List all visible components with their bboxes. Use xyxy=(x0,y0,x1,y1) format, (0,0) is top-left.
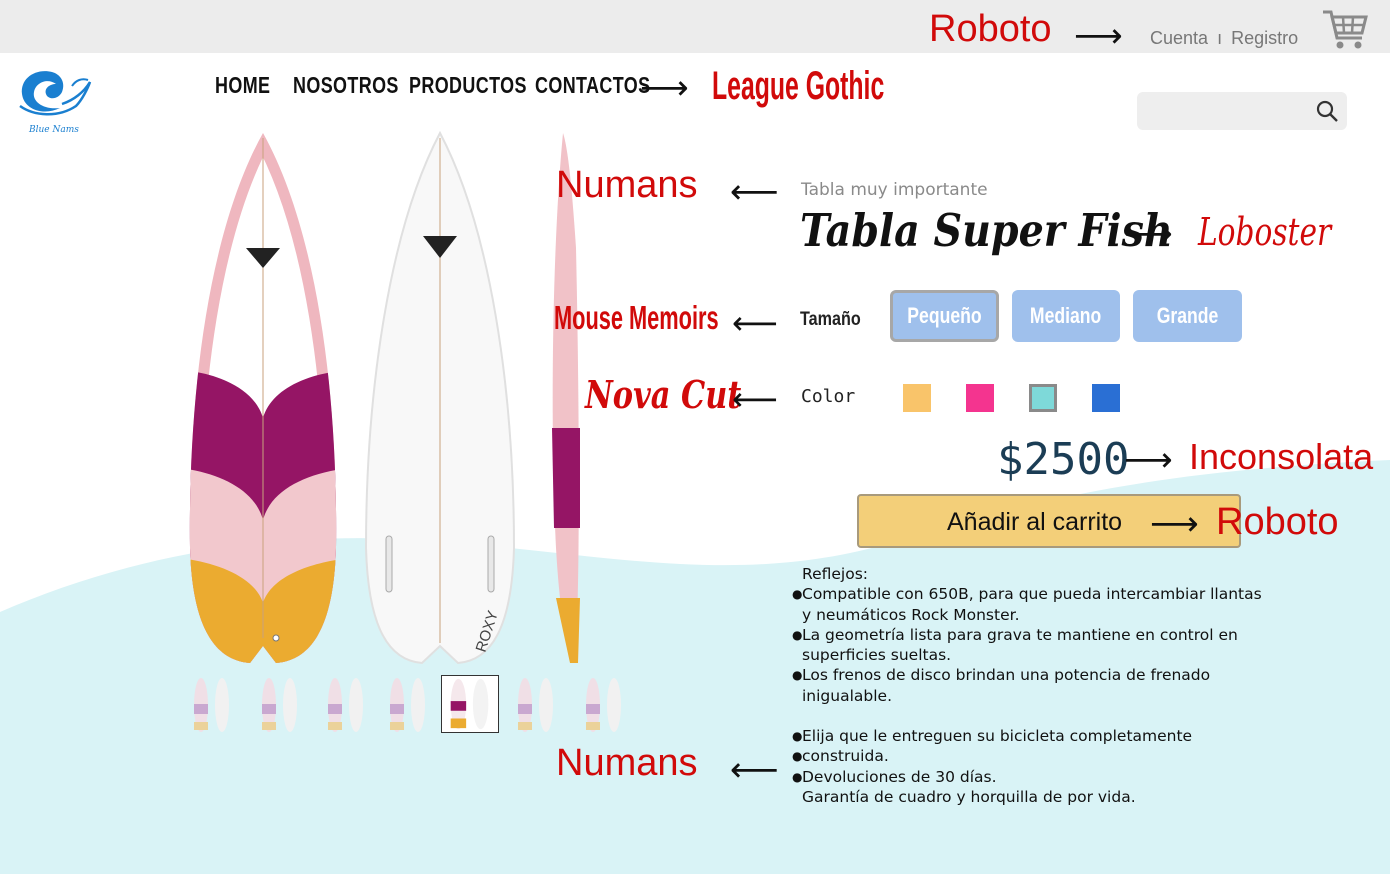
account-links: Cuenta ı Registro xyxy=(1150,28,1298,49)
size-button-mediano[interactable]: Mediano xyxy=(1012,290,1120,342)
color-swatch-orange[interactable] xyxy=(903,384,931,412)
annotation-nova-cut: Nova Cut xyxy=(585,372,742,417)
annotation-roboto-button: Roboto xyxy=(1216,501,1339,543)
search-icon[interactable] xyxy=(1315,99,1339,123)
size-label: Tamaño xyxy=(800,309,861,330)
annotation-mouse-memoirs: Mouse Memoirs xyxy=(554,299,719,336)
annotation-league-gothic: League Gothic xyxy=(712,64,885,108)
annotation-arrow-left: ⟵ xyxy=(730,750,779,790)
description-line: ● Compatible con 650B, para que pueda int… xyxy=(792,585,1262,604)
thumbnail[interactable] xyxy=(578,676,632,734)
annotation-numans-top: Numans xyxy=(556,164,698,206)
annotation-arrow-left: ⟵ xyxy=(732,380,778,418)
annotation-arrow-right: ⟶ xyxy=(1150,504,1199,544)
description-line: ● Los frenos de disco brindan una potenci… xyxy=(792,666,1211,685)
annotation-arrow-right: ⟶ xyxy=(1124,214,1173,254)
account-separator: ı xyxy=(1217,28,1223,48)
add-to-cart-label: Añadir al carrito xyxy=(947,508,1123,536)
product-subtitle: Tabla muy importante xyxy=(801,180,988,200)
size-button-grande[interactable]: Grande xyxy=(1133,290,1242,342)
description-line: inigualable. xyxy=(802,686,893,705)
thumbnail[interactable] xyxy=(320,676,374,734)
annotation-arrow-right: ⟶ xyxy=(1124,440,1173,480)
size-button-pequeno[interactable]: Pequeño xyxy=(890,290,999,342)
annotation-inconsolata: Inconsolata xyxy=(1189,436,1374,477)
nav-contactos[interactable]: CONTACTOS xyxy=(535,72,650,99)
description-heading: Reflejos: xyxy=(802,565,868,583)
bullet-icon: ● xyxy=(792,769,803,784)
annotation-arrow-left: ⟵ xyxy=(730,172,779,212)
color-swatch-teal[interactable] xyxy=(1029,384,1057,412)
nav-productos[interactable]: PRODUCTOS xyxy=(409,72,527,99)
search-bar[interactable] xyxy=(1137,92,1347,130)
product-description: Reflejos: ● Compatible con 650B, para que… xyxy=(792,564,1262,807)
description-line: superficies sueltas. xyxy=(802,646,952,665)
bullet-icon: ● xyxy=(792,668,803,683)
description-line: ● construida. xyxy=(792,747,889,766)
color-swatch-blue[interactable] xyxy=(1092,384,1120,412)
description-line: ● La geometría lista para grava te mantie… xyxy=(792,625,1238,644)
annotation-arrow-left: ⟵ xyxy=(732,304,778,342)
product-price: $2500 xyxy=(997,434,1130,485)
nav-nosotros[interactable]: NOSOTROS xyxy=(293,72,399,99)
thumbnail[interactable] xyxy=(254,676,308,734)
bullet-icon: ● xyxy=(792,587,803,602)
color-swatch-pink[interactable] xyxy=(966,384,994,412)
bullet-icon: ● xyxy=(792,749,803,764)
bullet-icon: ● xyxy=(792,729,803,744)
register-link[interactable]: Registro xyxy=(1231,28,1298,48)
product-image: ROXY xyxy=(189,130,580,665)
annotation-roboto-top: Roboto xyxy=(929,8,1052,50)
search-input[interactable] xyxy=(1147,98,1311,124)
color-label: Color xyxy=(801,386,856,407)
annotation-arrow-right: ⟶ xyxy=(640,68,689,108)
annotation-numans-bottom: Numans xyxy=(556,742,698,784)
account-link[interactable]: Cuenta xyxy=(1150,28,1208,48)
brand-name: Blue Nams xyxy=(29,125,79,135)
description-line: Garantía de cuadro y horquilla de por vi… xyxy=(802,787,1136,806)
product-title: Tabla Super Fish xyxy=(800,204,1173,257)
description-line: y neumáticos Rock Monster. xyxy=(802,605,1020,624)
description-line: ● Elija que le entreguen su bicicleta com… xyxy=(792,727,1193,746)
cart-icon[interactable] xyxy=(1320,8,1370,52)
annotation-loboster: Loboster xyxy=(1198,210,1332,254)
wave-logo-icon xyxy=(19,71,92,116)
thumbnail[interactable] xyxy=(382,676,436,734)
nav-home[interactable]: HOME xyxy=(215,72,270,99)
thumbnail[interactable] xyxy=(186,676,240,734)
annotation-arrow-right: ⟶ xyxy=(1074,16,1123,56)
bullet-icon: ● xyxy=(792,627,803,642)
brand-logo[interactable]: Blue Nams xyxy=(14,66,94,135)
description-line: ● Devoluciones de 30 días. xyxy=(792,767,997,786)
thumbnail[interactable] xyxy=(510,676,564,734)
thumbnail-selected[interactable] xyxy=(441,675,499,733)
